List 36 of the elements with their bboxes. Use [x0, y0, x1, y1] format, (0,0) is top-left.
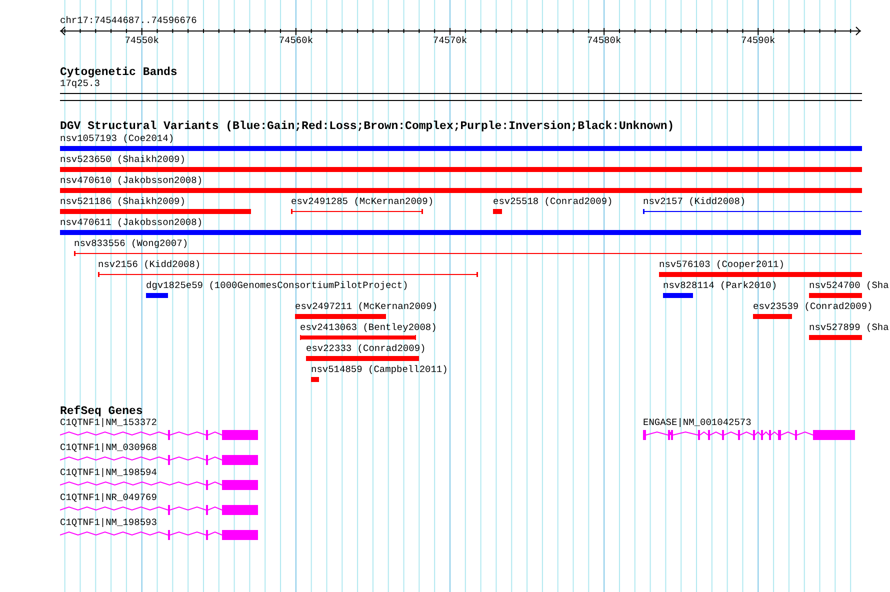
variant-label: nsv470610 (Jakobsson2008): [60, 176, 203, 186]
variant-label: nsv2156 (Kidd2008): [98, 260, 201, 270]
location-label: chr17:74544687..74596676: [60, 15, 198, 26]
variant-label: esv25518 (Conrad2009): [493, 197, 613, 207]
variant-label: nsv523650 (Shaikh2009): [60, 155, 186, 165]
axis-tick-label: 74590k: [741, 36, 776, 46]
variant-label: esv2497211 (McKernan2009): [295, 302, 438, 312]
gene-label: C1QTNF1|NM_198594: [60, 468, 157, 478]
band-label: 17q25.3: [60, 78, 101, 89]
variant-label: esv2413063 (Bentley2008): [300, 323, 437, 333]
gene-label: C1QTNF1|NR_049769: [60, 493, 157, 503]
axis-tick-label: 74570k: [432, 36, 468, 46]
variant-label: dgv1825e59 (1000GenomesConsortiumPilotProject): [146, 281, 408, 291]
variant-label: nsv514859 (Campbell2011): [311, 365, 448, 375]
variant-label: esv23539 (Conrad2009): [753, 302, 873, 312]
track-title: DGV Structural Variants (Blue:Gain;Red:Loss;Brown:Complex;Purple:Inversion;Black:Unknown): [60, 121, 676, 132]
variant-label: esv22333 (Conrad2009): [306, 344, 426, 354]
axis-tick-label: 74580k: [586, 36, 622, 46]
variant-label: nsv524700 (Sha: [809, 281, 889, 291]
variant-label: nsv828114 (Park2010): [663, 281, 778, 291]
variant-label: nsv527899 (Sha: [809, 323, 889, 333]
variant-label: nsv521186 (Shaikh2009): [60, 197, 186, 207]
axis-tick-label: 74550k: [124, 36, 159, 46]
variant-label: nsv833556 (Wong2007): [74, 239, 188, 249]
gene-label: C1QTNF1|NM_153372: [60, 418, 157, 428]
gene-label: ENGASE|NM_001042573: [643, 418, 752, 428]
variant-label: nsv470611 (Jakobsson2008): [60, 218, 203, 228]
track-title: Cytogenetic Bands: [60, 67, 178, 78]
variant-label: esv2491285 (McKernan2009): [291, 197, 434, 207]
gene-label: C1QTNF1|NM_030968: [60, 443, 157, 453]
gene-label: C1QTNF1|NM_198593: [60, 518, 157, 528]
variant-label: nsv1057193 (Coe2014): [60, 134, 174, 144]
variant-label: nsv576103 (Cooper2011): [659, 260, 784, 270]
track-title: RefSeq Genes: [60, 406, 144, 417]
variant-label: nsv2157 (Kidd2008): [643, 197, 746, 207]
axis-tick-label: 74560k: [278, 36, 314, 46]
